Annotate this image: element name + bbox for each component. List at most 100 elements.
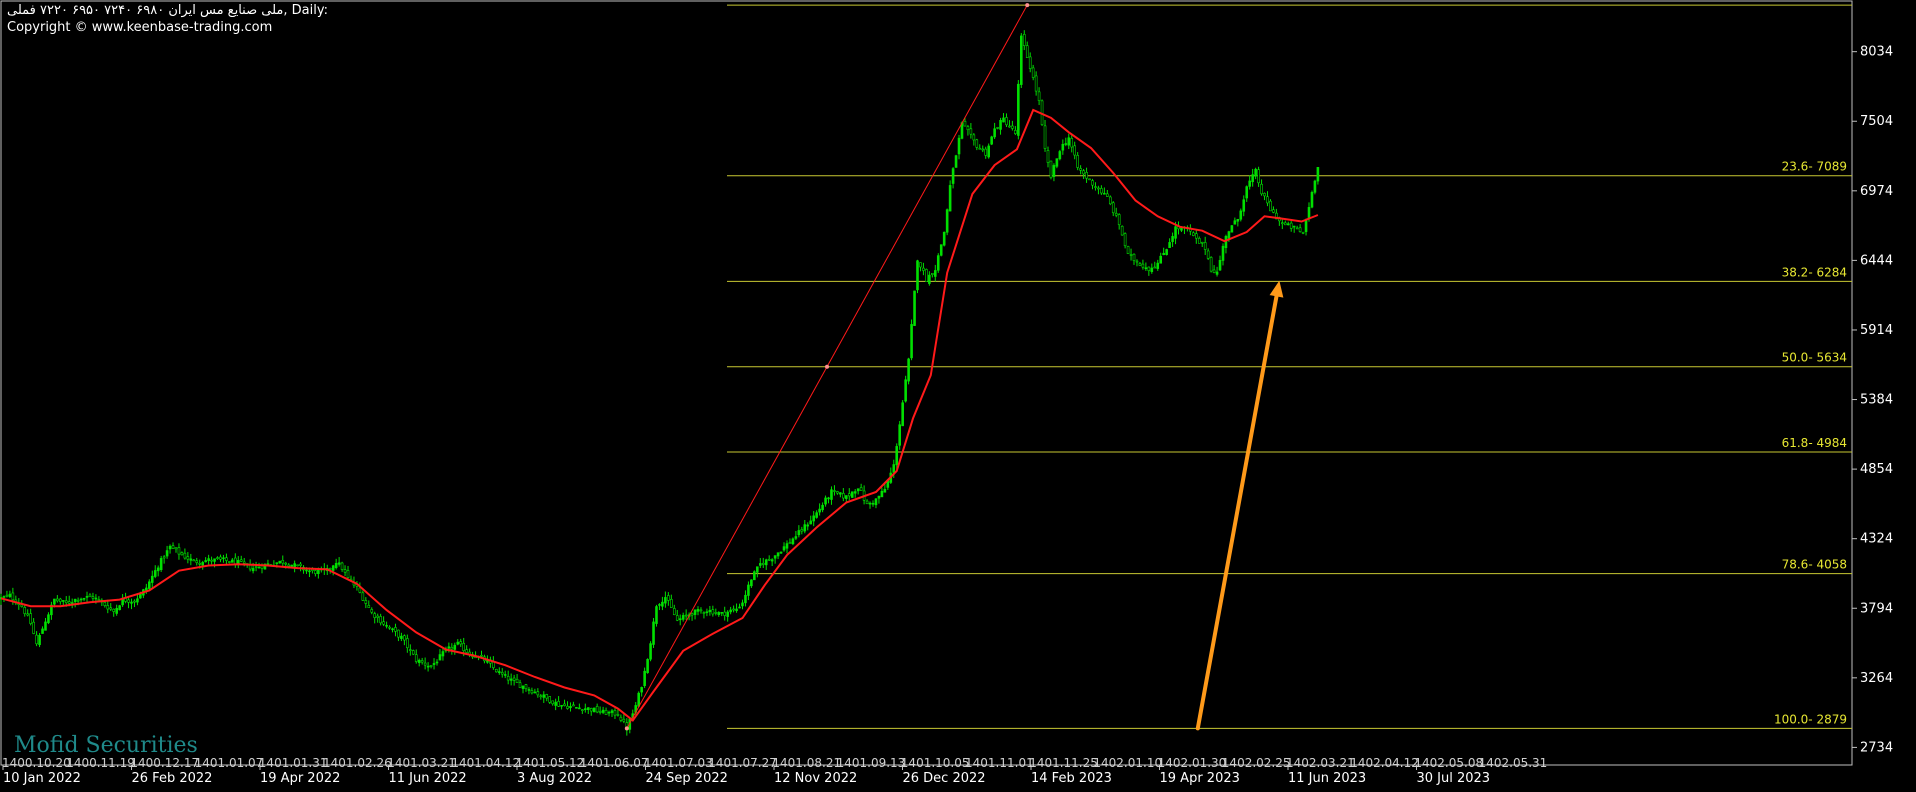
candle-body	[1011, 125, 1014, 129]
jalali-date-label: 1401.06.07	[580, 756, 649, 770]
x-tick-label: 30 Jul 2023	[1417, 771, 1491, 786]
candle-body	[859, 487, 863, 491]
candle-body	[933, 270, 937, 277]
candle-body	[910, 324, 913, 359]
x-tick-label: 11 Jun 2022	[389, 771, 467, 786]
candle-body	[604, 710, 608, 715]
candle-body	[414, 654, 418, 662]
candle-body	[512, 677, 516, 681]
candle-body	[1266, 196, 1269, 204]
candle-body	[1082, 170, 1085, 175]
candle-body	[1037, 91, 1041, 101]
candle-body	[317, 569, 320, 575]
candle-body	[189, 558, 193, 561]
candle-body	[699, 609, 703, 612]
candle-body	[607, 711, 611, 714]
candle-body	[400, 635, 403, 639]
candle-body	[118, 605, 121, 611]
candle-body	[168, 545, 172, 550]
candle-body	[1292, 225, 1296, 228]
jalali-date-label: 1402.03.21	[1286, 756, 1355, 770]
candle-body	[521, 685, 525, 689]
candle-body	[429, 664, 433, 667]
candle-body	[898, 424, 901, 446]
candle-body	[186, 556, 190, 560]
candle-body	[23, 607, 27, 614]
fib-level-label: 38.2- 6284	[1782, 265, 1847, 279]
candle-body	[788, 542, 792, 544]
candle-body	[1028, 56, 1032, 69]
candle-body	[435, 661, 439, 664]
candle-body	[391, 628, 394, 631]
candle-body	[44, 621, 47, 631]
candle-body	[806, 524, 810, 527]
candle-body	[1100, 188, 1103, 194]
candle-body	[1150, 267, 1154, 273]
candle-body	[1168, 242, 1171, 248]
candle-body	[495, 668, 498, 673]
candle-body	[1034, 75, 1038, 92]
candle-body	[880, 490, 884, 498]
candle-body	[584, 708, 587, 710]
x-tick-label: 11 Jun 2023	[1288, 771, 1366, 786]
candle-body	[462, 643, 465, 652]
candle-body	[931, 273, 934, 275]
candle-body	[56, 598, 59, 602]
candle-body	[1304, 219, 1308, 232]
candle-body	[337, 562, 341, 565]
candle-body	[987, 145, 990, 158]
candle-body	[1197, 238, 1201, 244]
candle-body	[1286, 223, 1290, 226]
candle-body	[1174, 226, 1177, 239]
candle-body	[201, 562, 204, 566]
candle-body	[658, 604, 661, 606]
candle-body	[32, 621, 35, 634]
y-tick-label: 4854	[1860, 462, 1893, 477]
candle-body	[711, 609, 715, 615]
jalali-date-label: 1401.02.26	[323, 756, 392, 770]
candle-body	[61, 600, 65, 602]
candle-body	[598, 711, 602, 713]
candle-body	[364, 600, 368, 604]
jalali-date-label: 1402.04.12	[1350, 756, 1419, 770]
candle-body	[225, 557, 228, 561]
candle-body	[1212, 269, 1216, 273]
up-arrow-line[interactable]	[1195, 294, 1279, 731]
candle-body	[560, 705, 563, 707]
candle-body	[1129, 254, 1133, 256]
trend-line-end-marker	[1025, 3, 1030, 8]
candle-body	[1052, 165, 1056, 177]
candle-body	[379, 616, 382, 624]
candle-body	[1272, 209, 1275, 213]
candle-body	[1043, 125, 1047, 149]
candle-body	[441, 651, 445, 657]
candle-body	[403, 635, 406, 641]
candle-body	[210, 559, 213, 562]
candle-body	[20, 604, 24, 607]
candle-body	[148, 581, 151, 589]
candle-body	[1316, 167, 1320, 182]
jalali-date-label: 1401.11.25	[1029, 756, 1098, 770]
candle-body	[465, 649, 468, 653]
candle-body	[228, 561, 231, 563]
candle-body	[652, 621, 655, 645]
candle-body	[1061, 143, 1065, 151]
candle-body	[91, 596, 95, 599]
candle-body	[1192, 232, 1195, 236]
candle-body	[892, 464, 896, 473]
candle-body	[1055, 158, 1059, 167]
candle-body	[1206, 250, 1210, 259]
candle-body	[1014, 130, 1017, 134]
candle-body	[432, 663, 436, 665]
candle-body	[64, 600, 68, 604]
candle-body	[1218, 260, 1222, 271]
candle-body	[1221, 245, 1225, 261]
candle-body	[566, 705, 569, 709]
candle-body	[1058, 151, 1062, 160]
candle-body	[1076, 155, 1079, 168]
candle-body	[76, 599, 80, 602]
candle-body	[67, 601, 71, 604]
candle-body	[750, 579, 753, 587]
price-chart[interactable]: 0.0- 8389 23.6- 7089 38.2- 6284 50.0- 5634 6…	[0, 0, 1916, 792]
candle-body	[874, 498, 878, 506]
